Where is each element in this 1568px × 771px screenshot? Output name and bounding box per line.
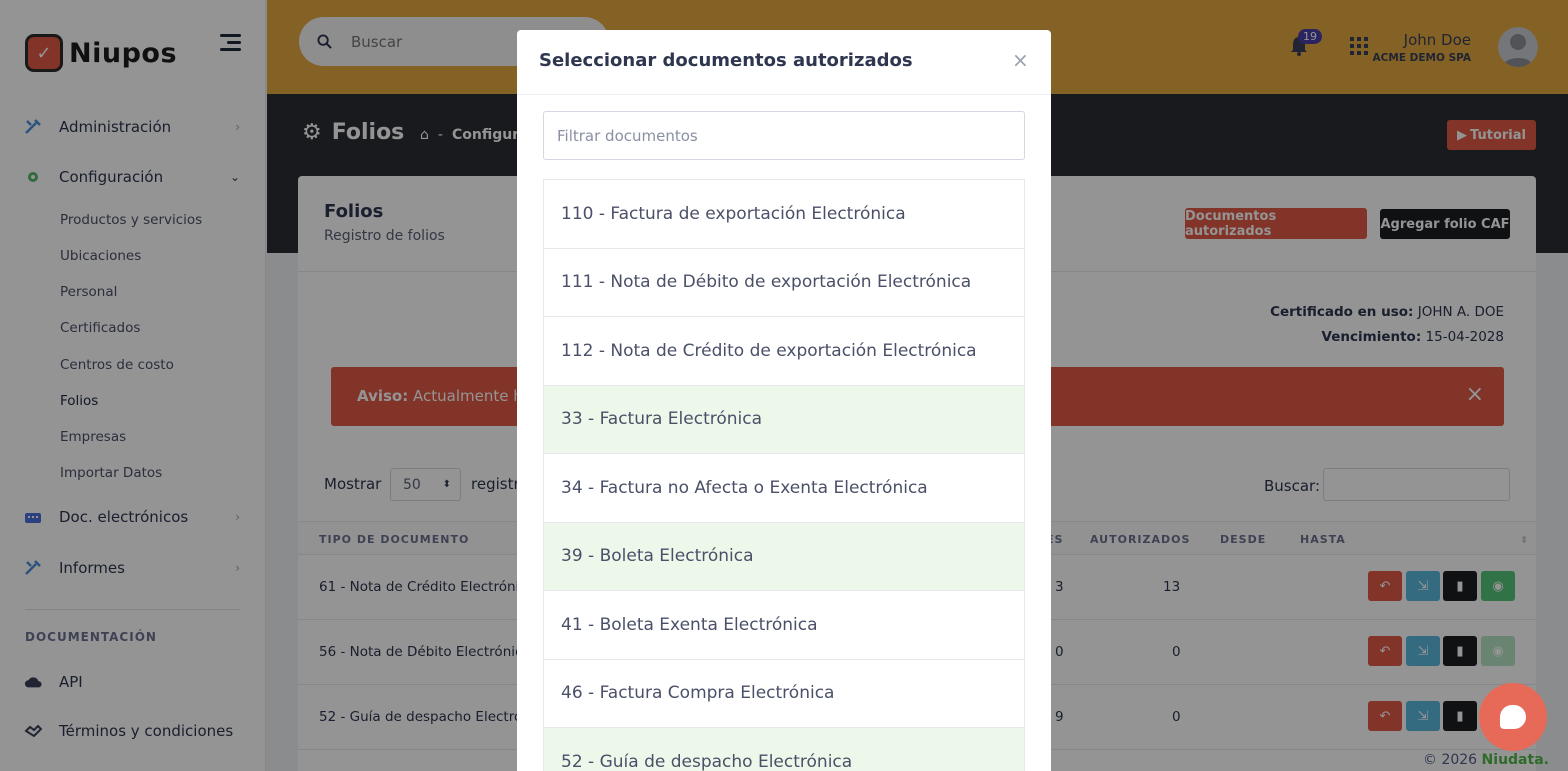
list-item[interactable]: 110 - Factura de exportación Electrónica [543,179,1025,248]
list-item[interactable]: 111 - Nota de Débito de exportación Elec… [543,247,1025,316]
list-item[interactable]: 33 - Factura Electrónica [543,384,1025,453]
list-item[interactable]: 39 - Boleta Electrónica [543,521,1025,590]
filter-docs-input[interactable] [543,111,1025,160]
close-icon[interactable]: × [1012,48,1029,72]
copyright: © 2026 [1423,752,1478,768]
chat-icon [1500,705,1526,729]
footer: © 2026 Niudata. [1423,752,1549,768]
list-item[interactable]: 112 - Nota de Crédito de exportación Ele… [543,316,1025,385]
footer-brand[interactable]: Niudata. [1482,752,1549,768]
modal-title: Seleccionar documentos autorizados [539,50,913,71]
list-item[interactable]: 34 - Factura no Afecta o Exenta Electrón… [543,453,1025,522]
list-item[interactable]: 46 - Factura Compra Electrónica [543,658,1025,727]
list-item[interactable]: 52 - Guía de despacho Electrónica [543,727,1025,771]
select-docs-modal: Seleccionar documentos autorizados × 110… [517,30,1051,771]
list-item[interactable]: 41 - Boleta Exenta Electrónica [543,590,1025,659]
doc-list: 110 - Factura de exportación Electrónica… [543,179,1025,771]
chat-button[interactable] [1479,683,1547,751]
modal-divider [517,94,1051,95]
